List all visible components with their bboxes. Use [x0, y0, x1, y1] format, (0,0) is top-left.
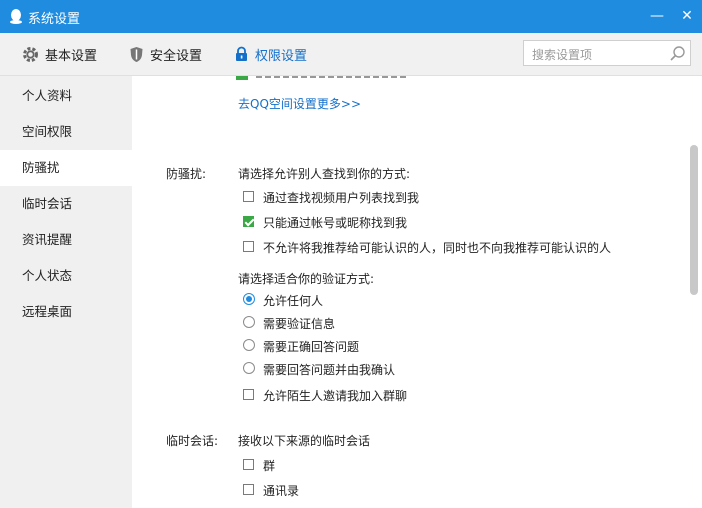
verify-option-label[interactable]: 需要正确回答问题 — [263, 338, 359, 355]
settings-content: 去QQ空间设置更多>> 防骚扰: 请选择允许别人查找到你的方式: 通过查找视频用… — [132, 76, 686, 508]
find-option-checkbox[interactable] — [243, 191, 254, 202]
sidebar-item-personal-status[interactable]: 个人状态 — [0, 258, 132, 294]
find-option-label[interactable]: 只能通过帐号或昵称找到我 — [263, 214, 407, 231]
settings-sidebar: 个人资料 空间权限 防骚扰 临时会话 资讯提醒 个人状态 远程桌面 — [0, 76, 132, 508]
settings-toolbar: 基本设置 安全设置 权限设置 搜索设置项 — [0, 33, 702, 76]
close-button[interactable]: ✕ — [676, 6, 698, 26]
tab-basic-settings[interactable]: 基本设置 — [22, 45, 97, 64]
find-option-label[interactable]: 通过查找视频用户列表找到我 — [263, 189, 419, 206]
find-method-prompt: 请选择允许别人查找到你的方式: — [238, 167, 411, 181]
verify-option-label[interactable]: 需要回答问题并由我确认 — [263, 361, 395, 378]
lock-icon — [236, 46, 247, 61]
search-input[interactable]: 搜索设置项 — [523, 40, 691, 66]
qzone-settings-link[interactable]: 去QQ空间设置更多>> — [238, 95, 361, 112]
shield-icon — [130, 47, 143, 62]
sidebar-item-profile[interactable]: 个人资料 — [0, 78, 132, 114]
sidebar-item-anti-harassment[interactable]: 防骚扰 — [0, 150, 132, 186]
verify-option-radio[interactable] — [243, 339, 255, 351]
tab-label: 安全设置 — [150, 49, 203, 64]
sidebar-item-news-alert[interactable]: 资讯提醒 — [0, 222, 132, 258]
temp-source-label[interactable]: 通讯录 — [263, 482, 299, 499]
temp-source-label[interactable]: 群 — [263, 457, 275, 474]
verify-option-radio[interactable] — [243, 316, 255, 328]
search-icon[interactable] — [669, 45, 686, 62]
group-invite-checkbox[interactable] — [243, 389, 254, 400]
title-bar: 系统设置 — ✕ — [0, 0, 702, 33]
find-option-checkbox[interactable] — [243, 241, 254, 252]
temp-source-checkbox[interactable] — [243, 459, 254, 470]
verify-option-label[interactable]: 允许任何人 — [263, 292, 323, 309]
verify-option-label[interactable]: 需要验证信息 — [263, 315, 335, 332]
temp-session-prompt: 接收以下来源的临时会话 — [238, 434, 371, 448]
tab-label: 基本设置 — [45, 49, 98, 64]
verify-option-radio[interactable] — [243, 362, 255, 374]
find-option-label[interactable]: 不允许将我推荐给可能认识的人，同时也不向我推荐可能认识的人 — [263, 239, 611, 256]
content-scrollbar[interactable] — [690, 145, 698, 295]
tab-security-settings[interactable]: 安全设置 — [129, 45, 202, 64]
find-option-checkbox[interactable] — [243, 216, 254, 227]
gear-icon — [23, 47, 38, 62]
verify-method-prompt: 请选择适合你的验证方式: — [238, 272, 375, 286]
sidebar-item-temp-session[interactable]: 临时会话 — [0, 186, 132, 222]
qq-penguin-icon — [10, 9, 22, 24]
section-label-temp-session: 临时会话: — [166, 434, 219, 448]
window-title: 系统设置 — [28, 12, 81, 27]
clipped-text — [256, 76, 406, 78]
group-invite-label[interactable]: 允许陌生人邀请我加入群聊 — [263, 387, 407, 404]
search-placeholder: 搜索设置项 — [532, 48, 593, 62]
temp-source-checkbox[interactable] — [243, 484, 254, 495]
tab-permission-settings[interactable]: 权限设置 — [234, 45, 307, 64]
tab-label: 权限设置 — [255, 49, 308, 64]
clipped-checkbox — [236, 76, 248, 80]
section-label-anti-harassment: 防骚扰: — [166, 167, 207, 181]
sidebar-item-remote-desktop[interactable]: 远程桌面 — [0, 294, 132, 330]
verify-option-radio[interactable] — [243, 293, 255, 305]
sidebar-item-space-permission[interactable]: 空间权限 — [0, 114, 132, 150]
minimize-button[interactable]: — — [646, 6, 668, 26]
